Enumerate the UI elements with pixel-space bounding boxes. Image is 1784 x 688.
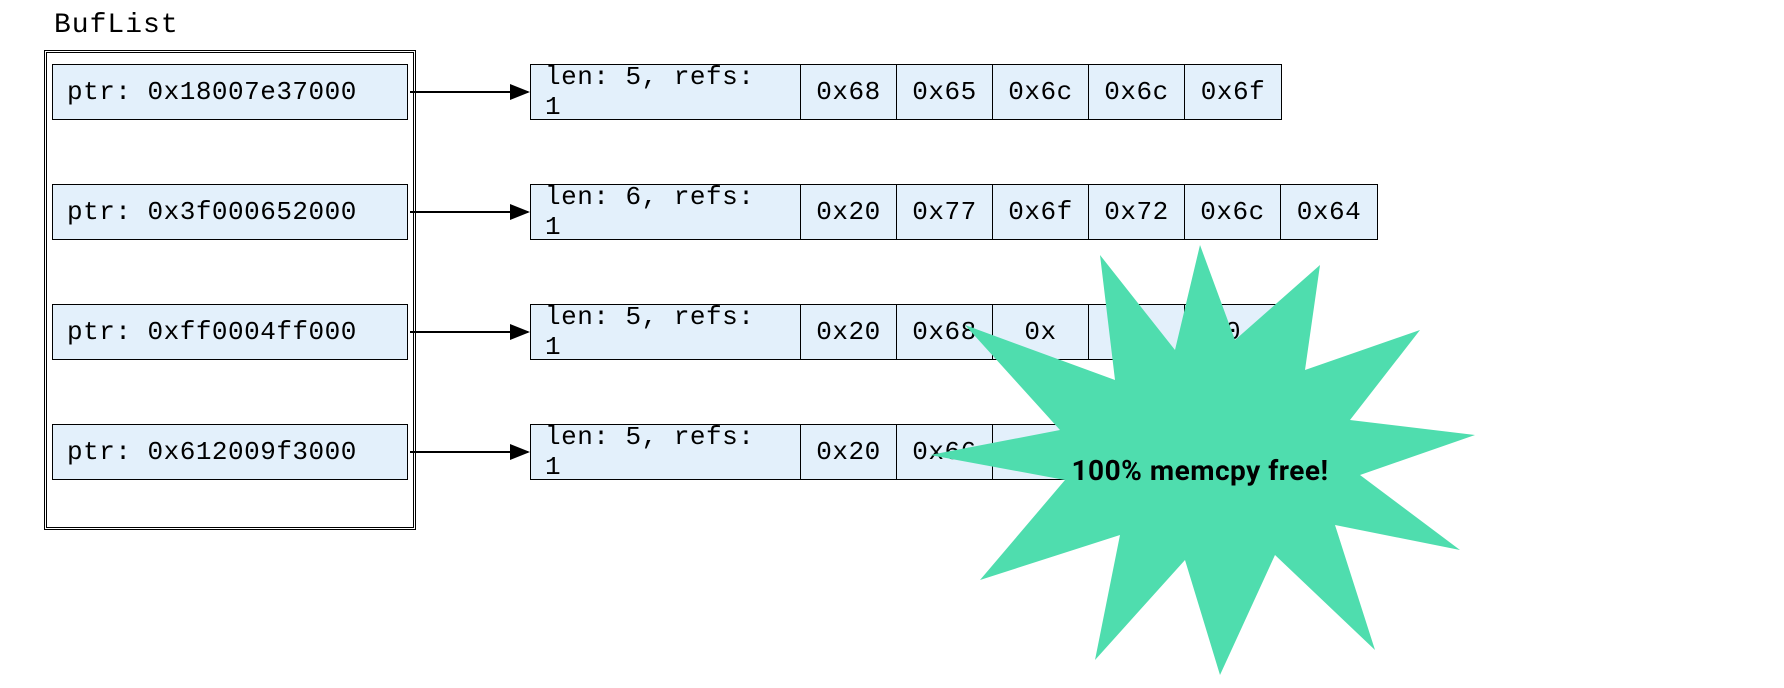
- buffer-header-1: len: 6, refs: 1: [531, 185, 801, 239]
- buffer-header-3: len: 5, refs: 1: [531, 425, 801, 479]
- buflist-title: BufList: [54, 10, 179, 41]
- ptr-cell-3: ptr: 0x612009f3000: [52, 424, 408, 480]
- buffer-row-0: len: 5, refs: 1 0x68 0x65 0x6c 0x6c 0x6f: [530, 64, 1282, 120]
- byte-cell: 0x66: [897, 425, 993, 479]
- ptr-cell-0: ptr: 0x18007e37000: [52, 64, 408, 120]
- byte-cell: 0x20: [801, 305, 897, 359]
- byte-cell: 0x6c: [1185, 185, 1281, 239]
- byte-cell: 0x77: [897, 185, 993, 239]
- byte-cell: 0x6c: [993, 65, 1089, 119]
- buffer-row-3: len: 5, refs: 1 0x20 0x66 0x: [530, 424, 1282, 480]
- byte-cell: 0x20: [801, 185, 897, 239]
- byte-cell: 0x72: [1089, 185, 1185, 239]
- byte-cell: 0x65: [897, 65, 993, 119]
- byte-cell: 0x6f: [993, 185, 1089, 239]
- buffer-row-2: len: 5, refs: 1 0x20 0x68 0x 0 0: [530, 304, 1282, 360]
- ptr-cell-1: ptr: 0x3f000652000: [52, 184, 408, 240]
- byte-cell: 0: [1185, 305, 1281, 359]
- byte-cell: 0x6c: [1089, 65, 1185, 119]
- byte-cell: [1185, 425, 1281, 479]
- ptr-cell-2: ptr: 0xff0004ff000: [52, 304, 408, 360]
- byte-cell: 0x: [993, 425, 1089, 479]
- byte-cell: 0x64: [1281, 185, 1377, 239]
- byte-cell: 0x: [993, 305, 1089, 359]
- byte-cell: 0x6f: [1185, 65, 1281, 119]
- byte-cell: 0x68: [801, 65, 897, 119]
- byte-cell: 0x68: [897, 305, 993, 359]
- buffer-header-2: len: 5, refs: 1: [531, 305, 801, 359]
- buffer-header-0: len: 5, refs: 1: [531, 65, 801, 119]
- byte-cell: [1089, 425, 1185, 479]
- byte-cell: 0: [1089, 305, 1185, 359]
- byte-cell: 0x20: [801, 425, 897, 479]
- diagram-canvas: BufList ptr: 0x18007e37000 len: 5, refs:…: [0, 0, 1784, 678]
- buffer-row-1: len: 6, refs: 1 0x20 0x77 0x6f 0x72 0x6c…: [530, 184, 1378, 240]
